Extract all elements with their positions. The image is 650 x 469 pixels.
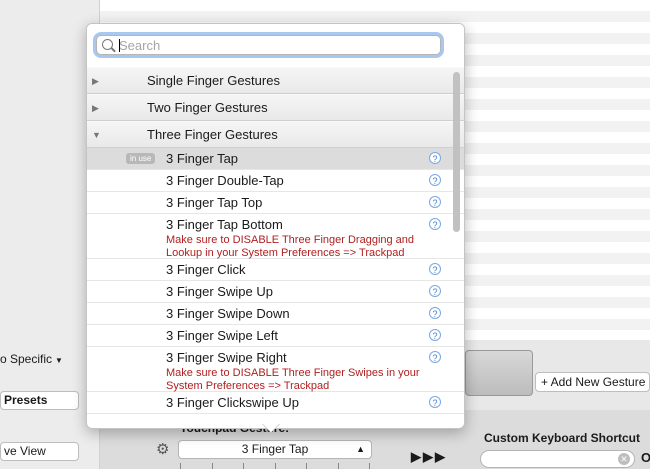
help-icon[interactable]: ? bbox=[429, 196, 441, 208]
gesture-select-value: 3 Finger Tap bbox=[241, 442, 309, 456]
presets-button[interactable]: Presets bbox=[0, 391, 79, 410]
gesture-item-label: 3 Finger Tap Top bbox=[166, 195, 263, 210]
gesture-item-label: 3 Finger Swipe Right bbox=[166, 350, 287, 365]
help-icon[interactable]: ? bbox=[429, 351, 441, 363]
gesture-item-3-finger-tap-top[interactable]: 3 Finger Tap Top ? bbox=[87, 192, 464, 214]
gesture-picker-popover: ▶ Single Finger Gestures ▶ Two Finger Ge… bbox=[86, 23, 465, 429]
gesture-item-3-finger-swipe-down[interactable]: 3 Finger Swipe Down ? bbox=[87, 303, 464, 325]
add-new-gesture-button[interactable]: + Add New Gesture bbox=[535, 372, 650, 392]
help-icon[interactable]: ? bbox=[429, 152, 441, 164]
gesture-item-3-finger-swipe-right[interactable]: 3 Finger Swipe Right Make sure to DISABL… bbox=[87, 347, 464, 392]
help-icon[interactable]: ? bbox=[429, 307, 441, 319]
arrows-indicator: ▶▶▶ bbox=[411, 449, 447, 464]
gesture-item-label: 3 Finger Swipe Left bbox=[166, 328, 279, 343]
search-icon bbox=[102, 39, 113, 50]
scrollbar[interactable] bbox=[453, 72, 460, 232]
group-label: Single Finger Gestures bbox=[147, 73, 280, 88]
group-label: Two Finger Gestures bbox=[147, 100, 268, 115]
search-field[interactable] bbox=[96, 35, 441, 55]
gesture-item-label: 3 Finger Clickswipe Up bbox=[166, 395, 299, 410]
text-caret bbox=[119, 39, 120, 52]
gesture-list: ▶ Single Finger Gestures ▶ Two Finger Ge… bbox=[87, 67, 464, 428]
view-button[interactable]: ve View bbox=[0, 442, 79, 461]
disclosure-triangle-icon[interactable]: ▶ bbox=[92, 76, 99, 87]
slider-ticks bbox=[180, 463, 370, 469]
help-icon[interactable]: ? bbox=[429, 285, 441, 297]
gesture-item-label: 3 Finger Tap bbox=[166, 151, 239, 166]
keyboard-shortcut-label: Custom Keyboard Shortcut bbox=[484, 431, 641, 445]
gesture-select[interactable]: 3 Finger Tap ▲ bbox=[178, 440, 372, 459]
keyboard-shortcut-field[interactable]: ✕ bbox=[480, 450, 635, 468]
help-icon[interactable]: ? bbox=[429, 263, 441, 275]
gesture-item-label: 3 Finger Double-Tap bbox=[166, 173, 284, 188]
disclosure-triangle-expanded-icon[interactable]: ▼ bbox=[92, 130, 101, 140]
gesture-item-3-finger-double-tap[interactable]: 3 Finger Double-Tap ? bbox=[87, 170, 464, 192]
gear-icon[interactable]: ⚙ bbox=[156, 440, 169, 458]
app-specific-dropdown[interactable]: o Specific ▼ bbox=[0, 352, 63, 366]
gesture-item-3-finger-swipe-left[interactable]: 3 Finger Swipe Left ? bbox=[87, 325, 464, 347]
popover-arrow bbox=[262, 423, 280, 432]
in-use-badge: in use bbox=[126, 153, 156, 164]
group-two-finger[interactable]: ▶ Two Finger Gestures bbox=[87, 94, 464, 121]
gesture-item-3-finger-tap[interactable]: in use 3 Finger Tap ? bbox=[87, 148, 464, 170]
app-specific-label: o Specific bbox=[0, 352, 53, 366]
group-single-finger[interactable]: ▶ Single Finger Gestures bbox=[87, 67, 464, 94]
gesture-warning: Make sure to DISABLE Three Finger Swipes… bbox=[166, 367, 420, 392]
search-input[interactable] bbox=[119, 36, 429, 54]
gesture-item-3-finger-clickswipe-up[interactable]: 3 Finger Clickswipe Up ? bbox=[87, 392, 464, 414]
gesture-item-3-finger-click[interactable]: 3 Finger Click ? bbox=[87, 259, 464, 281]
help-icon[interactable]: ? bbox=[429, 174, 441, 186]
search-bar bbox=[87, 24, 464, 68]
gesture-item-label: 3 Finger Swipe Up bbox=[166, 284, 273, 299]
gesture-item-3-finger-swipe-up[interactable]: 3 Finger Swipe Up ? bbox=[87, 281, 464, 303]
up-down-arrows-icon: ▲ bbox=[356, 444, 365, 454]
help-icon[interactable]: ? bbox=[429, 218, 441, 230]
gesture-item-label: 3 Finger Click bbox=[166, 262, 246, 277]
chevron-down-icon: ▼ bbox=[55, 356, 63, 365]
disclosure-triangle-icon[interactable]: ▶ bbox=[92, 103, 99, 114]
clear-icon[interactable]: ✕ bbox=[618, 453, 630, 465]
group-label: Three Finger Gestures bbox=[147, 127, 278, 142]
record-button[interactable] bbox=[465, 350, 533, 396]
group-three-finger[interactable]: ▼ Three Finger Gestures bbox=[87, 121, 464, 148]
gesture-item-label: 3 Finger Swipe Down bbox=[166, 306, 290, 321]
help-icon[interactable]: ? bbox=[429, 396, 441, 408]
gesture-warning: Make sure to DISABLE Three Finger Draggi… bbox=[166, 234, 415, 259]
trailing-label: O bbox=[641, 450, 650, 465]
gesture-item-3-finger-tap-bottom[interactable]: 3 Finger Tap Bottom Make sure to DISABLE… bbox=[87, 214, 464, 259]
help-icon[interactable]: ? bbox=[429, 329, 441, 341]
gesture-item-label: 3 Finger Tap Bottom bbox=[166, 217, 283, 232]
